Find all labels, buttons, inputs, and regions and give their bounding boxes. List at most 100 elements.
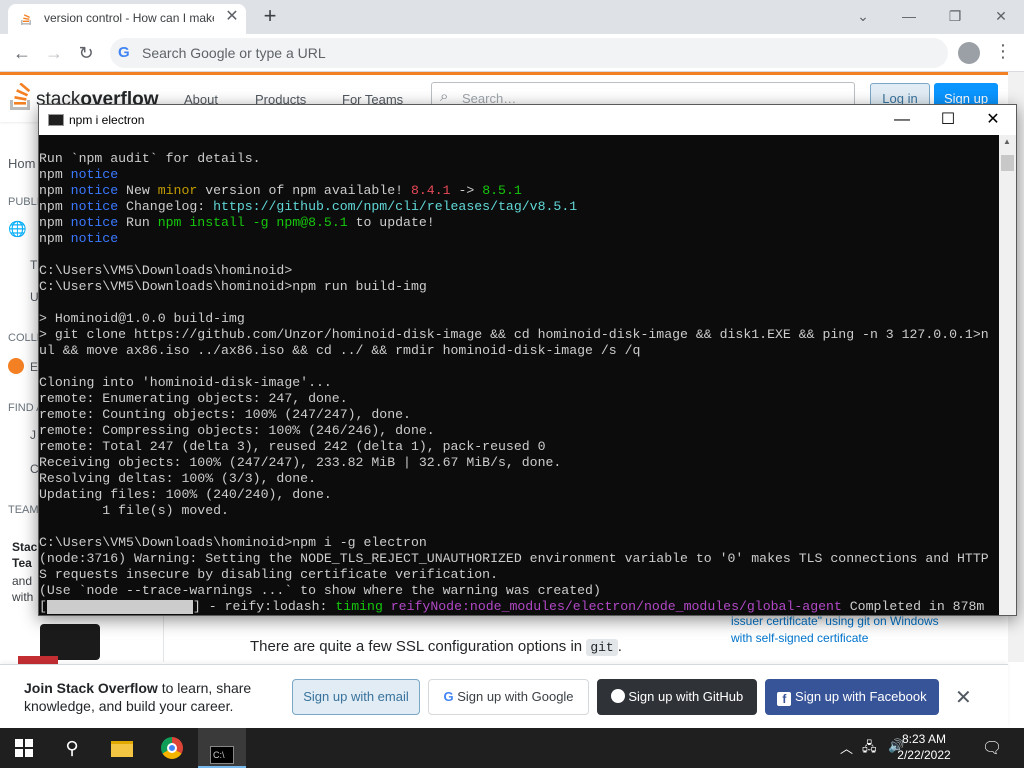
cmd-text-segment: Run <box>118 215 158 230</box>
cmd-text-segment: C:\Users\VM5\Downloads\hominoid> <box>39 263 293 278</box>
npm-progress-bar <box>46 600 193 614</box>
cmd-text-segment: (Use `node --trace-warnings ...` to show… <box>39 583 601 598</box>
sidebar-tags[interactable]: T <box>30 258 37 272</box>
window-minimize-button[interactable]: — <box>886 2 932 30</box>
signup-google-button[interactable]: G Sign up with Google <box>428 679 589 715</box>
cmd-text-segment: 8.4.1 <box>410 183 451 198</box>
cmd-line: remote: Compressing objects: 100% (246/2… <box>39 423 999 439</box>
scroll-up-icon[interactable]: ▲ <box>1003 137 1011 146</box>
cmd-text-segment: npm <box>39 215 71 230</box>
signup-github-button[interactable]: Sign up with GitHub <box>597 679 757 715</box>
teams-free-badge <box>18 656 58 664</box>
cmd-text-segment: notice <box>70 215 119 230</box>
cmd-maximize-button[interactable]: ☐ <box>925 106 971 134</box>
new-tab-button[interactable]: + <box>258 5 282 29</box>
search-icon: ⌕ <box>440 88 449 105</box>
forward-arrow-icon[interactable]: → <box>40 39 68 67</box>
cmd-text-segment: remote: Compressing objects: 100% (246/2… <box>39 423 435 438</box>
tab-search-icon[interactable]: ⌄ <box>840 2 886 30</box>
teams-illustration <box>40 624 100 660</box>
stackoverflow-favicon-icon <box>21 14 31 25</box>
cmd-text-segment: ul && move ax86.iso ../ax86.iso && cd ..… <box>39 343 641 358</box>
omnibox-placeholder: Search Google or type a URL <box>142 45 326 61</box>
network-icon[interactable]: 🖧 <box>862 738 877 760</box>
profile-avatar-icon[interactable] <box>958 42 980 64</box>
cmd-text-segment: minor <box>157 183 198 198</box>
clock-time: 8:23 AM <box>901 732 947 746</box>
back-arrow-icon[interactable]: ← <box>8 39 36 67</box>
cmd-text-segment: notice <box>70 183 119 198</box>
cmd-line: remote: Counting objects: 100% (247/247)… <box>39 407 999 423</box>
chrome-menu-icon[interactable]: ⋮ <box>994 41 1012 62</box>
cmd-line: Run `npm audit` for details. <box>39 151 999 167</box>
google-g-icon: G <box>118 44 130 61</box>
cmd-text-segment: > git clone https://github.com/Unzor/hom… <box>39 327 989 342</box>
cmd-text-segment: npm install -g npm@8.5.1 <box>157 215 348 230</box>
cmd-text-segment: https://github.com/npm/cli/releases/tag/… <box>213 199 578 214</box>
cmd-text-segment: npm <box>39 183 71 198</box>
teams-promo-title-2: Tea <box>12 556 32 570</box>
taskbar-clock[interactable]: 8:23 AM 2/22/2022 <box>884 731 964 763</box>
cmd-close-button[interactable]: ✕ <box>970 106 1016 134</box>
sidebar-explore[interactable]: E <box>30 360 38 374</box>
signup-email-button[interactable]: Sign up with email <box>292 679 420 715</box>
tab-close-icon[interactable]: ✕ <box>222 7 242 27</box>
omnibox[interactable]: G Search Google or type a URL <box>110 38 948 68</box>
join-banner-text: Join Stack Overflow to learn, share know… <box>24 680 252 714</box>
cmd-line: ul && move ax86.iso ../ax86.iso && cd ..… <box>39 343 999 359</box>
stackoverflow-logo-icon <box>10 83 31 110</box>
cmd-text-segment: Resolving deltas: 100% (3/3), done. <box>39 471 316 486</box>
notifications-icon[interactable]: 🗨 <box>982 738 1002 758</box>
browser-toolbar: ← → ↻ G Search Google or type a URL ⋮ <box>0 34 1024 72</box>
cmd-text-segment: New <box>118 183 158 198</box>
cmd-scroll-thumb[interactable] <box>1001 155 1014 171</box>
cmd-line <box>39 295 999 311</box>
cmd-scrollbar[interactable]: ▲ <box>999 135 1016 615</box>
chrome-icon[interactable] <box>148 728 196 768</box>
show-hidden-icons-icon[interactable]: ︿ <box>840 738 853 757</box>
cmd-line <box>39 247 999 263</box>
related-link-2[interactable]: with self-signed certificate <box>731 631 868 645</box>
cmd-output[interactable]: Run `npm audit` for details. npm notice np… <box>39 135 999 615</box>
browser-tab[interactable]: version control - How can I make ✕ <box>8 4 246 34</box>
file-explorer-icon[interactable] <box>98 728 146 768</box>
window-restore-button[interactable]: ❐ <box>932 2 978 30</box>
cmd-line: (node:3716) Warning: Setting the NODE_TL… <box>39 551 999 567</box>
cmd-minimize-button[interactable]: — <box>879 106 925 134</box>
close-icon[interactable]: ✕ <box>955 685 972 710</box>
cmd-text-segment: 1 file(s) moved. <box>39 503 229 518</box>
cmd-line: npm notice Changelog: https://github.com… <box>39 199 999 215</box>
related-link-1[interactable]: issuer certificate" using git on Windows <box>731 614 939 628</box>
cmd-text-segment: > Hominoid@1.0.0 build-img <box>39 311 245 326</box>
cmd-text-segment: Updating files: 100% (240/240), done. <box>39 487 332 502</box>
cmd-line: npm notice Run npm install -g npm@8.5.1 … <box>39 215 999 231</box>
join-banner: Join Stack Overflow to learn, share know… <box>0 664 1008 728</box>
start-button[interactable] <box>0 728 48 768</box>
cmd-text-segment: Changelog: <box>118 199 214 214</box>
teams-promo-text: and <box>12 574 33 588</box>
signup-facebook-button[interactable]: f Sign up with Facebook <box>765 679 939 715</box>
cmd-text-segment: 8.5.1 <box>482 183 522 198</box>
tab-title: version control - How can I make <box>44 11 214 25</box>
cmd-taskbar-icon[interactable]: C:\ <box>198 728 246 768</box>
cmd-line: remote: Enumerating objects: 247, done. <box>39 391 999 407</box>
cmd-line: Cloning into 'hominoid-disk-image'... <box>39 375 999 391</box>
cmd-line: Resolving deltas: 100% (3/3), done. <box>39 471 999 487</box>
teams-promo-title: Stac <box>12 540 38 554</box>
window-close-button[interactable]: ✕ <box>978 2 1024 30</box>
windows-logo-icon <box>15 739 33 757</box>
cmd-line: Updating files: 100% (240/240), done. <box>39 487 999 503</box>
cmd-window[interactable]: npm i electron — ☐ ✕ Run `npm audit` for… <box>38 104 1017 616</box>
cmd-line: S requests insecure by disabling certifi… <box>39 567 999 583</box>
reload-icon[interactable]: ↻ <box>72 39 100 67</box>
search-icon[interactable]: ⚲ <box>48 728 96 768</box>
cmd-icon <box>48 114 64 126</box>
sidebar-jobs[interactable]: J <box>30 428 36 442</box>
cmd-text-segment: Run `npm audit` for details. <box>39 151 261 166</box>
sidebar-public-label: PUBLI <box>8 196 40 208</box>
cmd-text-segment: (node:3716) Warning: Setting the NODE_TL… <box>39 551 989 566</box>
cmd-titlebar[interactable]: npm i electron — ☐ ✕ <box>39 105 1016 135</box>
cmd-line <box>39 359 999 375</box>
cmd-text-segment: npm <box>39 167 71 182</box>
sidebar-home[interactable]: Hom <box>8 156 35 171</box>
